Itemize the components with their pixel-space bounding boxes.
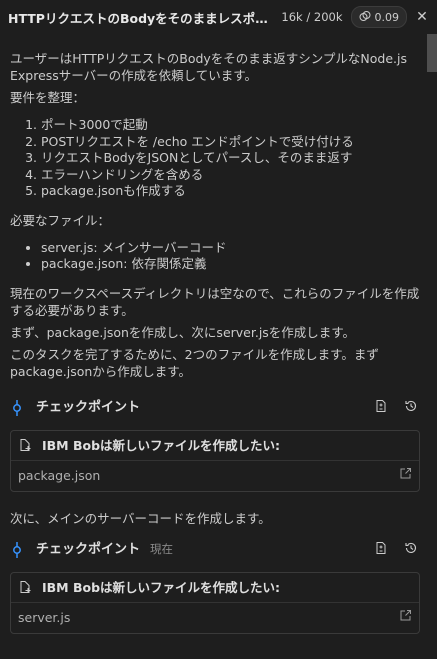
diff-icon[interactable] bbox=[374, 541, 388, 559]
summary-heading: 要件を整理： bbox=[10, 90, 86, 105]
open-external-icon[interactable] bbox=[399, 609, 412, 626]
files-list: server.js: メインサーバーコード package.json: 依存関係… bbox=[10, 240, 420, 273]
next-text: 次に、メインのサーバーコードを作成します。 bbox=[10, 510, 271, 526]
card-file-row[interactable]: server.js bbox=[11, 603, 419, 633]
checkpoint-label: チェックポイント bbox=[36, 542, 141, 557]
file-create-card: IBM Bobは新しいファイルを作成したい: package.json bbox=[10, 429, 420, 492]
file-name[interactable]: package.json bbox=[18, 467, 399, 484]
checkpoint-label: チェックポイント bbox=[36, 400, 141, 415]
checkpoint-icon bbox=[10, 399, 24, 416]
history-icon[interactable] bbox=[404, 541, 418, 559]
checkpoint-row: チェックポイント bbox=[10, 397, 420, 419]
scrollbar-thumb[interactable] bbox=[427, 34, 437, 72]
close-icon[interactable]: ✕ bbox=[415, 9, 429, 25]
file-name[interactable]: server.js bbox=[18, 609, 399, 626]
card-header: IBM Bobは新しいファイルを作成したい: bbox=[11, 431, 419, 461]
files-heading: 必要なファイル： bbox=[10, 212, 111, 228]
task-title[interactable]: HTTPリクエストのBodyをそのままレスポン... bbox=[8, 8, 273, 27]
token-usage: 16k / 200k bbox=[281, 10, 343, 24]
task-header: HTTPリクエストのBodyをそのままレスポン... 16k / 200k 0.… bbox=[0, 0, 437, 34]
checkpoint-icon bbox=[10, 541, 24, 558]
intro-text: ユーザーはHTTPリクエストのBodyをそのまま返すシンプルなNode.js E… bbox=[10, 51, 408, 83]
cost-value: 0.09 bbox=[374, 10, 400, 24]
cost-badge: 0.09 bbox=[350, 6, 407, 28]
scrollbar[interactable] bbox=[427, 34, 437, 659]
requirements-list: ポート3000で起動 POSTリクエストを /echo エンドポイントで受け付け… bbox=[10, 117, 420, 200]
card-title: IBM Bobは新しいファイルを作成したい: bbox=[42, 437, 281, 453]
card-file-row[interactable]: package.json bbox=[11, 461, 419, 491]
chat-content: ユーザーはHTTPリクエストのBodyをそのまま返すシンプルなNode.js E… bbox=[10, 50, 420, 634]
list-item: リクエストBodyをJSONとしてパースし、そのまま返す bbox=[41, 150, 420, 167]
card-header: IBM Bobは新しいファイルを作成したい: bbox=[11, 573, 419, 603]
list-item: server.js: メインサーバーコード bbox=[41, 240, 420, 257]
card-title: IBM Bobは新しいファイルを作成したい: bbox=[42, 579, 281, 595]
new-file-icon bbox=[20, 581, 31, 593]
history-icon[interactable] bbox=[404, 399, 418, 417]
workspace-text: 現在のワークスペースディレクトリは空なので、これらのファイルを作成する必要があり… bbox=[10, 285, 420, 318]
checkpoint-current-badge: 現在 bbox=[150, 542, 174, 556]
checkpoint-row: チェックポイント 現在 bbox=[10, 539, 420, 561]
new-file-icon bbox=[20, 439, 31, 451]
list-item: package.json: 依存関係定義 bbox=[41, 256, 420, 273]
list-item: package.jsonも作成する bbox=[41, 183, 420, 200]
plan-text: まず、package.jsonを作成し、次にserver.jsを作成します。 bbox=[10, 324, 356, 340]
file-create-card: IBM Bobは新しいファイルを作成したい: server.js bbox=[10, 571, 420, 634]
list-item: エラーハンドリングを含める bbox=[41, 167, 420, 184]
diff-icon[interactable] bbox=[374, 399, 388, 417]
open-external-icon[interactable] bbox=[399, 467, 412, 484]
list-item: ポート3000で起動 bbox=[41, 117, 420, 134]
coin-icon bbox=[359, 10, 371, 25]
list-item: POSTリクエストを /echo エンドポイントで受け付ける bbox=[41, 134, 420, 151]
complete-text: このタスクを完了するために、2つのファイルを作成します。まずpackage.js… bbox=[10, 346, 379, 379]
